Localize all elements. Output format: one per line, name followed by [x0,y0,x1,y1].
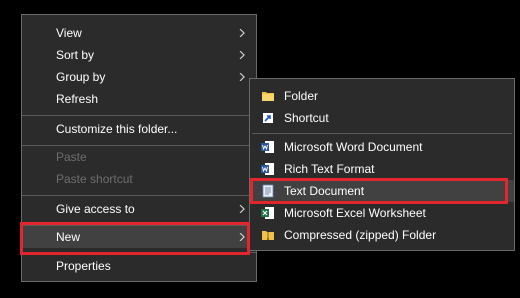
rich-text-icon [261,163,274,175]
new-submenu: Folder Shortcut Microsoft Word Document … [249,78,515,251]
chevron-right-icon [239,73,245,81]
menu-item-label: Paste [56,150,87,164]
menu-item-label: Customize this folder... [56,122,178,136]
submenu-item-rich-text[interactable]: Rich Text Format [250,158,514,180]
menu-item-paste: Paste [22,146,256,168]
submenu-item-label: Text Document [284,184,365,198]
menu-item-properties[interactable]: Properties [22,255,256,277]
submenu-item-label: Rich Text Format [284,162,375,176]
chevron-right-icon [239,205,245,213]
menu-item-paste-shortcut: Paste shortcut [22,168,256,190]
menu-item-new[interactable]: New [22,226,256,248]
menu-separator [22,252,256,253]
menu-item-view[interactable]: View [22,22,256,44]
excel-worksheet-icon [261,207,274,219]
menu-separator [252,133,512,134]
submenu-item-label: Compressed (zipped) Folder [284,228,437,242]
menu-item-label: Properties [56,259,111,273]
text-document-icon [262,184,274,198]
zip-folder-icon [262,231,274,240]
submenu-item-label: Shortcut [284,111,329,125]
word-document-icon [261,141,274,153]
submenu-item-word-document[interactable]: Microsoft Word Document [250,136,514,158]
shortcut-icon [263,113,273,123]
chevron-right-icon [239,233,245,241]
submenu-item-excel-worksheet[interactable]: Microsoft Excel Worksheet [250,202,514,224]
submenu-item-shortcut[interactable]: Shortcut [250,107,514,129]
chevron-right-icon [239,51,245,59]
menu-item-customize-folder[interactable]: Customize this folder... [22,118,256,140]
chevron-right-icon [239,29,245,37]
menu-item-label: Sort by [56,48,95,62]
submenu-item-folder[interactable]: Folder [250,85,514,107]
submenu-item-zip-folder[interactable]: Compressed (zipped) Folder [250,224,514,246]
context-menu: View Sort by Group by Refresh Customize … [21,14,257,282]
menu-item-label: Give access to [56,202,135,216]
menu-separator [22,115,256,116]
menu-item-group-by[interactable]: Group by [22,66,256,88]
menu-item-label: Refresh [56,92,99,106]
menu-item-label: Paste shortcut [56,172,133,186]
menu-item-label: Group by [56,70,106,84]
menu-item-label: View [56,26,82,40]
menu-item-give-access[interactable]: Give access to [22,198,256,220]
submenu-item-label: Microsoft Word Document [284,140,423,154]
menu-item-label: New [56,230,81,244]
menu-item-sort-by[interactable]: Sort by [22,44,256,66]
folder-icon [262,92,274,101]
submenu-item-text-document[interactable]: Text Document [250,180,514,202]
submenu-item-label: Microsoft Excel Worksheet [284,206,426,220]
menu-item-refresh[interactable]: Refresh [22,88,256,110]
submenu-item-label: Folder [284,89,319,103]
menu-separator [22,195,256,196]
